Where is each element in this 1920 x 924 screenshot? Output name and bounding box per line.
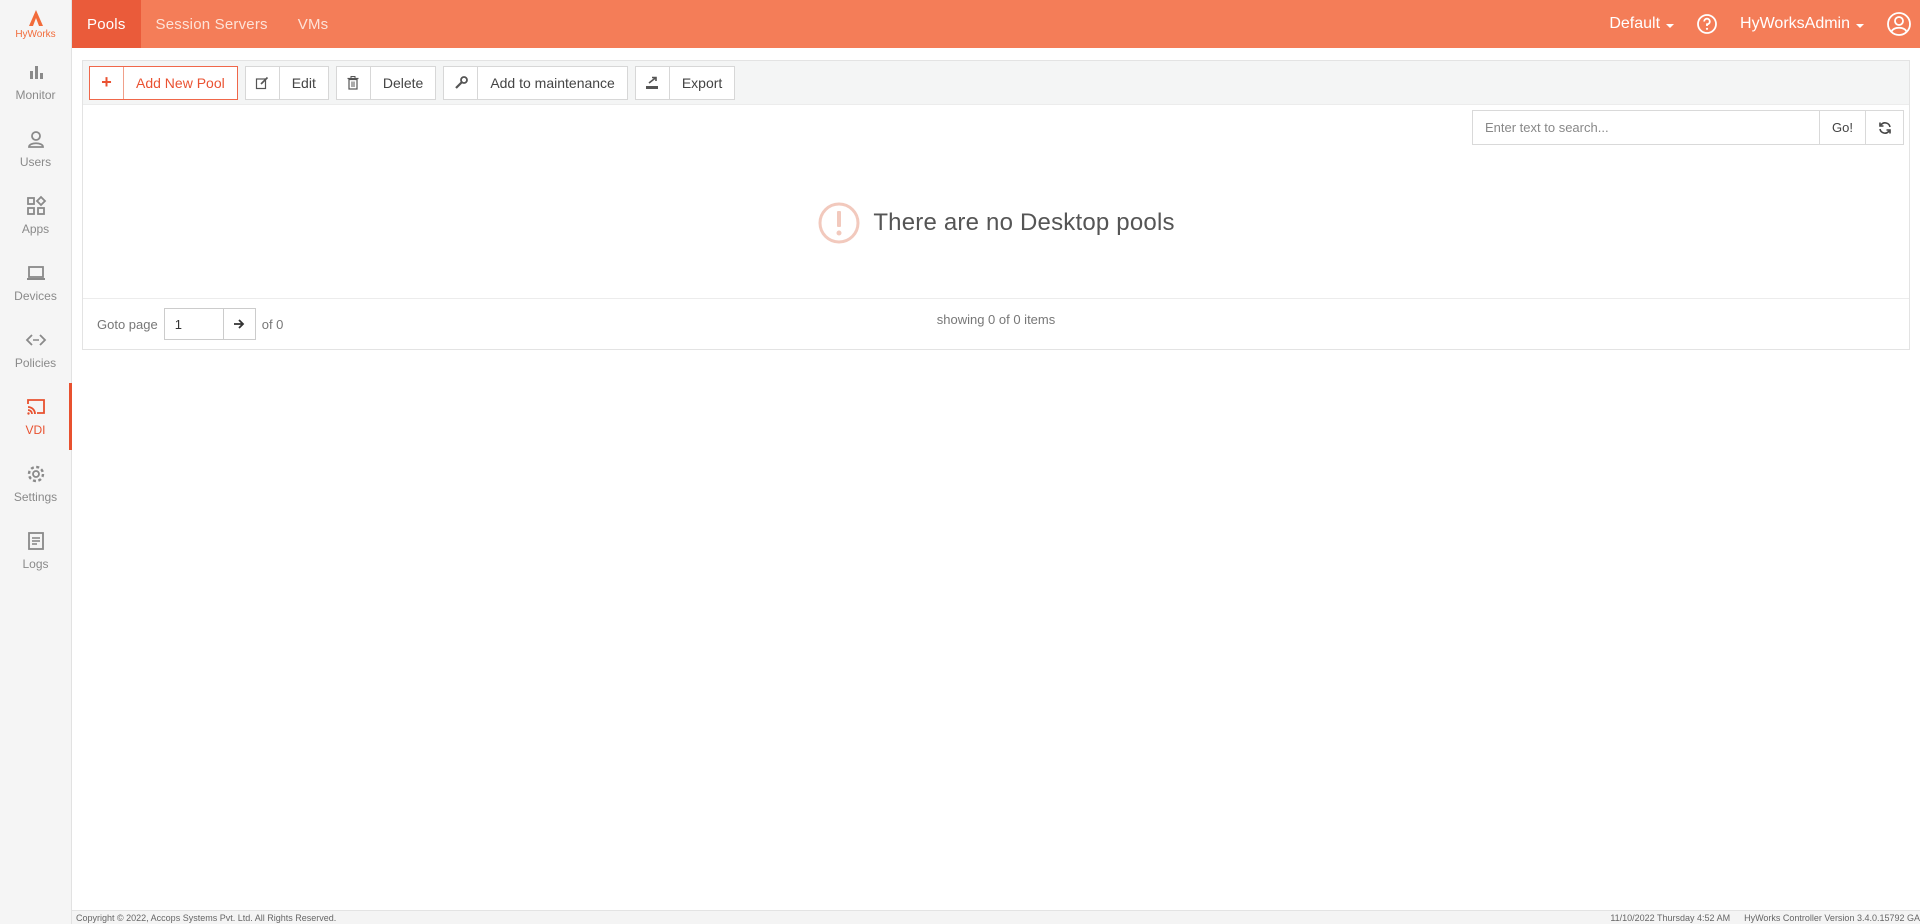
footer-datetime: 11/10/2022 Thursday 4:52 AM xyxy=(1610,912,1731,923)
pools-panel: + Add New Pool Edit Delete Add to mainte… xyxy=(82,60,1910,350)
sidebar-item-policies[interactable]: Policies xyxy=(0,316,71,383)
export-label: Export xyxy=(681,74,723,91)
bar-chart-icon xyxy=(29,66,43,79)
sidebar: HyWorks Monitor Users Apps Devices Polic… xyxy=(0,0,72,924)
caret-down-icon xyxy=(1856,23,1864,28)
add-new-pool-label: Add New Pool xyxy=(136,74,225,91)
empty-state: There are no Desktop pools xyxy=(83,201,1909,245)
sidebar-item-logs[interactable]: Logs xyxy=(0,517,71,584)
add-to-maintenance-button[interactable]: Add to maintenance xyxy=(443,65,628,100)
add-new-pool-button[interactable]: + Add New Pool xyxy=(89,65,238,100)
export-icon xyxy=(636,66,670,99)
plus-icon: + xyxy=(90,66,124,99)
edit-icon xyxy=(246,66,280,99)
org-dropdown-label: Default xyxy=(1609,15,1661,32)
delete-label: Delete xyxy=(382,74,424,91)
toolbar: + Add New Pool Edit Delete Add to mainte… xyxy=(83,61,1909,105)
top-navbar: Pools Session Servers VMs Default HyWork… xyxy=(72,0,1920,48)
sidebar-item-label: Users xyxy=(19,155,52,169)
refresh-button[interactable] xyxy=(1866,110,1904,145)
export-button[interactable]: Export xyxy=(634,65,736,100)
logo[interactable]: HyWorks xyxy=(0,0,71,48)
org-dropdown[interactable]: Default xyxy=(1609,15,1675,33)
go-button[interactable]: Go! xyxy=(1820,110,1866,145)
footer-version: HyWorks Controller Version 3.4.0.15792 G… xyxy=(1744,912,1920,923)
tab-session-servers[interactable]: Session Servers xyxy=(141,0,283,48)
question-circle-icon xyxy=(1697,14,1717,34)
sidebar-item-label: Logs xyxy=(22,557,49,571)
add-to-maintenance-label: Add to maintenance xyxy=(490,74,615,91)
hyworks-logo-icon xyxy=(28,9,43,26)
edit-label: Edit xyxy=(291,74,316,91)
sidebar-item-vdi[interactable]: VDI xyxy=(0,383,72,450)
copyright-text: Copyright © 2022, Accops Systems Pvt. Lt… xyxy=(76,912,337,923)
tab-pools[interactable]: Pools xyxy=(72,0,141,48)
delete-button[interactable]: Delete xyxy=(335,65,437,100)
sidebar-item-label: VDI xyxy=(25,423,46,437)
caret-down-icon xyxy=(1666,23,1675,28)
sidebar-item-settings[interactable]: Settings xyxy=(0,450,71,517)
sidebar-item-label: Devices xyxy=(14,289,57,303)
showing-items-label: showing 0 of 0 items xyxy=(936,312,1056,327)
apps-grid-icon xyxy=(26,195,46,215)
pagination: Goto page of 0 showing 0 of 0 items xyxy=(83,298,1909,350)
profile-button[interactable] xyxy=(1886,11,1912,37)
edit-button[interactable]: Edit xyxy=(244,65,329,100)
user-icon xyxy=(27,131,44,148)
refresh-icon xyxy=(1878,121,1891,134)
code-arrows-icon xyxy=(25,334,46,346)
sidebar-item-apps[interactable]: Apps xyxy=(0,182,71,249)
sidebar-item-label: Monitor xyxy=(15,88,56,102)
wrench-icon xyxy=(444,66,479,99)
search-input[interactable] xyxy=(1472,110,1820,145)
sidebar-item-devices[interactable]: Devices xyxy=(0,249,71,316)
trash-icon xyxy=(337,66,371,99)
sidebar-item-users[interactable]: Users xyxy=(0,115,71,182)
sidebar-item-label: Policies xyxy=(14,356,57,370)
laptop-icon xyxy=(26,266,45,280)
help-button[interactable] xyxy=(1696,13,1718,35)
user-dropdown-label: HyWorksAdmin xyxy=(1740,15,1850,32)
empty-state-message: There are no Desktop pools xyxy=(873,209,1175,236)
document-list-icon xyxy=(27,532,44,550)
cast-icon xyxy=(26,399,45,415)
sidebar-item-label: Settings xyxy=(13,490,58,504)
exclamation-circle-icon xyxy=(818,202,860,244)
user-dropdown[interactable]: HyWorksAdmin xyxy=(1740,15,1864,33)
footer: Copyright © 2022, Accops Systems Pvt. Lt… xyxy=(72,910,1920,924)
footer-right: 11/10/2022 Thursday 4:52 AM HyWorks Cont… xyxy=(1596,913,1920,923)
search-bar: Go! xyxy=(1472,110,1904,145)
user-circle-icon xyxy=(1887,12,1911,36)
tab-vms[interactable]: VMs xyxy=(283,0,344,48)
logo-text: HyWorks xyxy=(15,28,56,40)
top-right-menu: Default HyWorksAdmin xyxy=(1609,0,1920,48)
sidebar-item-label: Apps xyxy=(21,222,50,236)
sidebar-item-monitor[interactable]: Monitor xyxy=(0,48,71,115)
gear-icon xyxy=(27,465,44,483)
